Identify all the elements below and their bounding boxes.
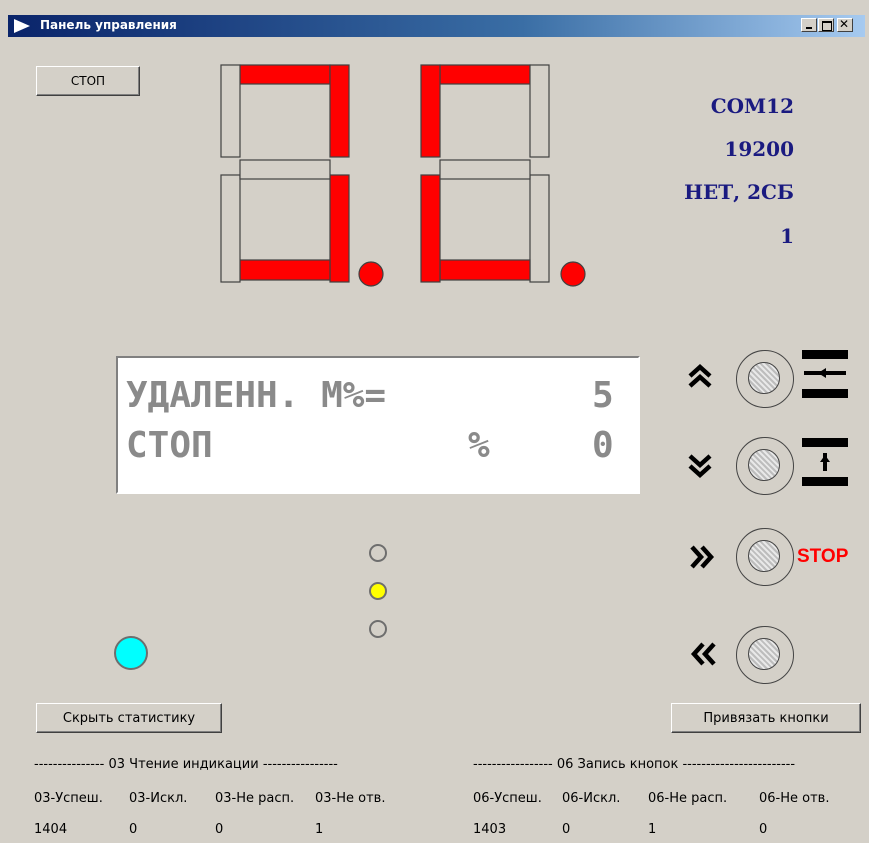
write-stats-header: ----------------- 06 Запись кнопок -----… [473, 757, 796, 772]
baud-rate: 19200 [724, 137, 794, 161]
chevron-right-icon [690, 545, 715, 569]
maximize-button[interactable] [818, 18, 834, 32]
lcd-line1-value: 5 [592, 375, 614, 416]
status-led [114, 636, 148, 670]
read-val-success: 1404 [34, 822, 68, 837]
collapse-icon [802, 350, 848, 398]
write-col-noanswer: 06-Не отв. [759, 791, 830, 806]
lcd-line2-label: СТОП [126, 425, 213, 466]
control-panel-window: Панель управления ✕ СТОП COM12 19200 НЕТ… [0, 0, 869, 843]
close-icon: ✕ [839, 17, 850, 31]
seven-segment-display [220, 64, 586, 287]
com-port: COM12 [710, 94, 794, 118]
up-button[interactable] [736, 350, 794, 408]
write-val-noanswer: 0 [759, 822, 768, 837]
chevron-down-icon [688, 454, 712, 479]
lcd-line2-value: 0 [592, 425, 614, 466]
title-bar: Панель управления ✕ [8, 15, 865, 37]
digit-1-segment-e [220, 174, 241, 283]
minimize-icon [806, 27, 812, 29]
digit-1-segment-f [220, 64, 241, 158]
window-title: Панель управления [40, 18, 177, 32]
digit-2-decimal-point [560, 261, 586, 287]
digit-1-decimal-point [358, 261, 384, 287]
digit-2-segment-f [420, 64, 441, 158]
digit-2-segment-c [529, 174, 550, 283]
digit-2-segment-e [420, 174, 441, 283]
read-val-unrecognized: 0 [215, 822, 224, 837]
parity-stopbits: НЕТ, 2СБ [684, 180, 794, 204]
digit-1-segment-c [329, 174, 350, 283]
digit-1 [220, 64, 384, 287]
digit-2 [420, 64, 586, 287]
digit-2-segment-a [439, 64, 531, 85]
left-button[interactable] [736, 626, 794, 684]
lcd-display: УДАЛЕНН. М%= 5 СТОП % 0 [116, 356, 640, 494]
read-val-noanswer: 1 [315, 822, 324, 837]
lcd-line1-label: УДАЛЕНН. М%= [126, 375, 387, 416]
write-val-exception: 0 [562, 822, 571, 837]
down-button[interactable] [736, 437, 794, 495]
close-button[interactable]: ✕ [837, 17, 853, 32]
read-col-unrecognized: 03-Не расп. [215, 791, 295, 806]
digit-2-segment-b [529, 64, 550, 158]
write-col-exception: 06-Искл. [562, 791, 621, 806]
read-col-noanswer: 03-Не отв. [315, 791, 386, 806]
right-button[interactable] [736, 528, 794, 586]
read-stats-header: --------------- 03 Чтение индикации ----… [34, 757, 338, 772]
digit-1-segment-b [329, 64, 350, 158]
digit-2-segment-d [439, 259, 531, 281]
read-col-exception: 03-Искл. [129, 791, 188, 806]
digit-1-segment-g [239, 159, 331, 180]
maximize-icon [822, 21, 832, 31]
minimize-button[interactable] [801, 18, 817, 32]
write-val-unrecognized: 1 [648, 822, 657, 837]
read-val-exception: 0 [129, 822, 138, 837]
indicator-led-2 [369, 582, 387, 600]
write-col-unrecognized: 06-Не расп. [648, 791, 728, 806]
indicator-led-1 [369, 544, 387, 562]
digit-1-segment-a [239, 64, 331, 85]
bind-buttons-button[interactable]: Привязать кнопки [671, 703, 861, 733]
stop-label: STOP [797, 546, 849, 567]
chevron-up-icon [688, 363, 712, 388]
device-address: 1 [780, 224, 794, 248]
digit-1-segment-d [239, 259, 331, 281]
digit-2-segment-g [439, 159, 531, 180]
read-col-success: 03-Успеш. [34, 791, 103, 806]
chevron-left-icon [690, 642, 716, 666]
stop-button[interactable]: СТОП [36, 66, 140, 96]
app-icon [14, 19, 30, 33]
indicator-led-3 [369, 620, 387, 638]
hide-statistics-button[interactable]: Скрыть статистику [36, 703, 222, 733]
write-val-success: 1403 [473, 822, 507, 837]
write-col-success: 06-Успеш. [473, 791, 542, 806]
lcd-line2-unit: % [468, 425, 490, 466]
expand-icon [802, 438, 848, 486]
